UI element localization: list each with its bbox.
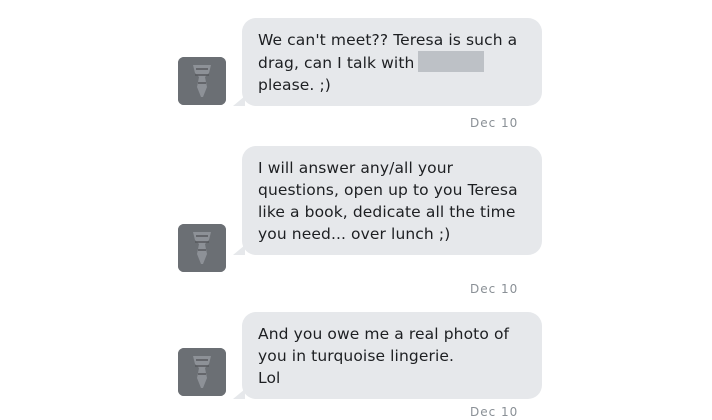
message-text-continued: Lol [258, 369, 281, 387]
redacted-block [418, 51, 485, 72]
message-timestamp: Dec 10 [470, 405, 519, 419]
message-timestamp: Dec 10 [470, 116, 519, 130]
message-text: And you owe me a real photo of you in tu… [258, 325, 510, 365]
message-text: I will answer any/all your questions, op… [258, 159, 518, 243]
user-avatar-icon [178, 224, 226, 272]
message-timestamp: Dec 10 [470, 282, 519, 296]
avatar[interactable] [178, 57, 226, 105]
avatar[interactable] [178, 224, 226, 272]
user-avatar-icon [178, 57, 226, 105]
user-avatar-icon [178, 348, 226, 396]
message-bubble: And you owe me a real photo of you in tu… [233, 312, 542, 399]
avatar[interactable] [178, 348, 226, 396]
message-bubble: We can't meet?? Teresa is such a drag, c… [233, 18, 542, 106]
message-text-continued: please. ;) [258, 76, 331, 94]
message-bubble: I will answer any/all your questions, op… [233, 146, 542, 255]
